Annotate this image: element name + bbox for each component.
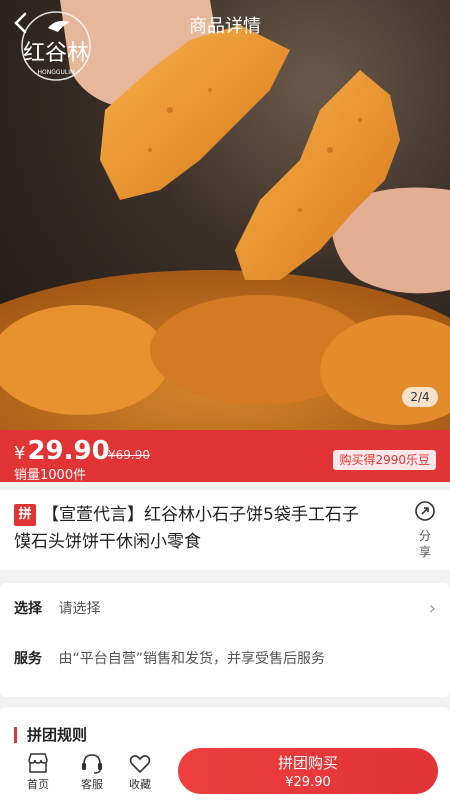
svg-text:HONGGULIN: HONGGULIN	[37, 69, 74, 76]
favorite-label: 收藏	[129, 778, 151, 791]
service-label: 客服	[81, 778, 103, 791]
customer-service-button[interactable]: 客服	[72, 752, 112, 796]
chevron-right-icon: ›	[428, 598, 436, 619]
top-bar: 红谷林 HONGGULIN 商品详情	[0, 0, 450, 81]
service-row: 服务 由“平台自营”销售和发货，并享受售后服务	[14, 647, 436, 671]
service-value: 由“平台自营”销售和发货，并享受售后服务	[58, 651, 325, 667]
bonus-points-badge: 购买得2990乐豆	[333, 450, 436, 470]
product-title-card: 拼 【宣萱代言】红谷林小石子饼5袋手工石子馍石头饼饼干休闲小零食 分享	[0, 490, 450, 570]
service-key: 服务	[14, 651, 42, 667]
share-label: 分享	[419, 529, 432, 559]
select-value: 请选择	[58, 601, 101, 617]
buy-label: 拼团购买	[277, 754, 338, 772]
current-price: ¥29.90	[14, 436, 110, 466]
group-buy-button[interactable]: 拼团购买 ¥29.90	[178, 748, 438, 794]
price-bar: ¥29.90 ¥69.90 销量1000件 购买得2990乐豆	[0, 430, 450, 483]
buy-price: ¥29.90	[285, 775, 331, 790]
select-key: 选择	[14, 601, 42, 617]
gallery-pager: 2/4	[402, 387, 438, 407]
group-rules-title: 拼团规则	[14, 727, 87, 743]
select-spec-row[interactable]: 选择 请选择 ›	[14, 597, 436, 621]
product-title: 【宣萱代言】红谷林小石子饼5袋手工石子馍石头饼饼干休闲小零食	[14, 505, 359, 552]
store-icon	[28, 753, 48, 773]
home-label: 首页	[27, 778, 49, 791]
bottom-action-bar: 首页 客服 收藏 拼团购买 ¥29.90	[0, 748, 450, 800]
page-title: 商品详情	[189, 16, 261, 37]
share-icon	[415, 501, 435, 521]
sales-count: 销量1000件	[14, 468, 87, 483]
product-image-gallery[interactable]: 红谷林 HONGGULIN 商品详情 2/4	[0, 0, 450, 430]
share-button[interactable]: 分享	[410, 500, 440, 560]
heart-icon	[129, 755, 151, 774]
headset-icon	[82, 754, 102, 774]
favorite-button[interactable]: 收藏	[120, 752, 160, 796]
original-price: ¥69.90	[108, 448, 150, 462]
home-button[interactable]: 首页	[18, 752, 58, 796]
options-card: 选择 请选择 › 服务 由“平台自营”销售和发货，并享受售后服务	[0, 583, 450, 697]
svg-text:红谷林: 红谷林	[23, 41, 89, 66]
